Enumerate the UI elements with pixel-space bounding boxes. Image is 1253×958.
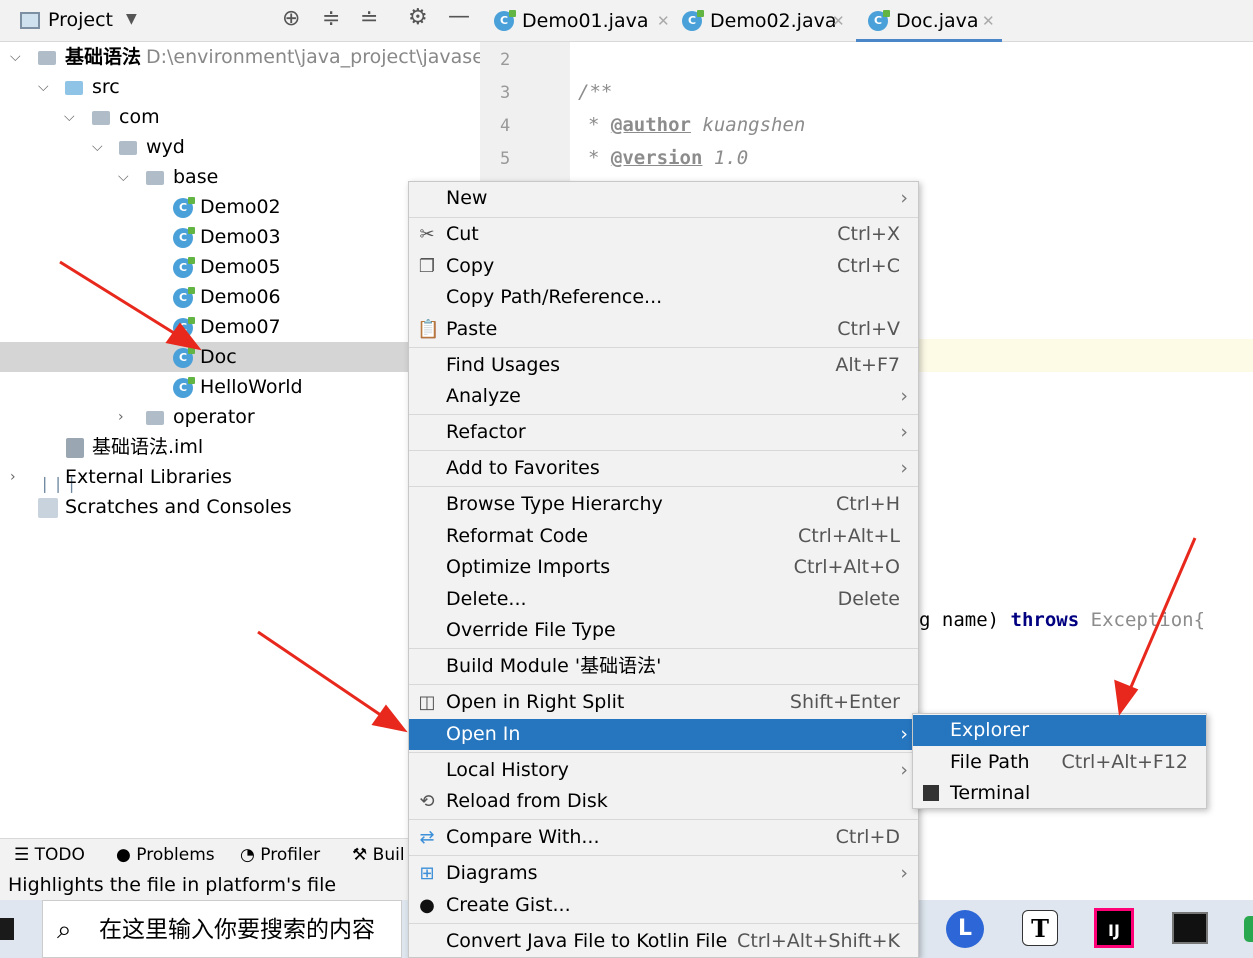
arrow-to-doc [59, 260, 183, 340]
arrow-to-explorer [1126, 537, 1197, 695]
annotation-arrows [59, 260, 1197, 733]
arrow-head [371, 704, 408, 733]
arrow-head [165, 322, 202, 351]
arrow-to-open-in [257, 630, 389, 722]
arrow-head [1114, 679, 1139, 716]
